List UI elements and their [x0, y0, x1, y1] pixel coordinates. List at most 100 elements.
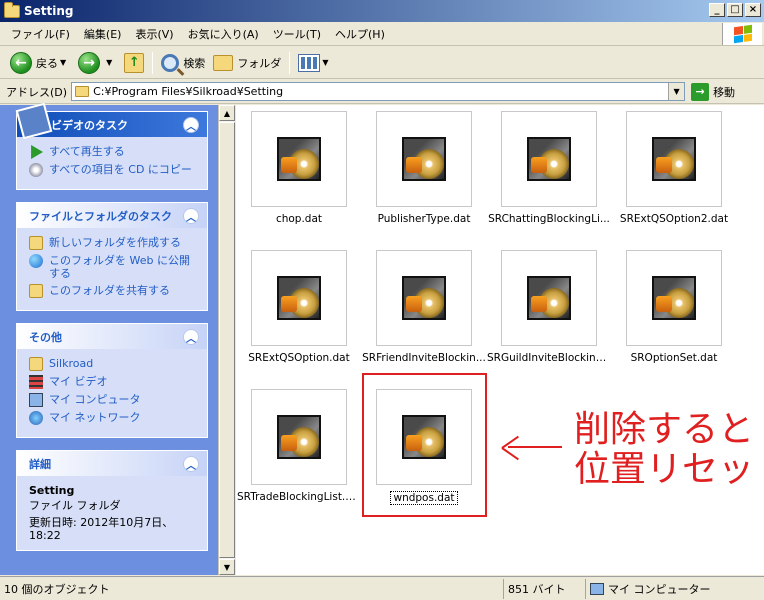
address-dropdown-icon[interactable]: ▼ [668, 83, 685, 100]
file-item[interactable]: PublisherType.dat [361, 111, 487, 225]
file-name: SRGuildInviteBlocking... [487, 352, 612, 364]
other-places-panel: その他 ︿ Silkroad マイ ビデオ マイ コンピュータ マイ ネットワー… [16, 323, 208, 438]
toolbar-separator [289, 51, 291, 74]
status-size: 851 バイト [504, 578, 586, 599]
menu-help[interactable]: ヘルプ(H) [328, 26, 392, 42]
details-name: Setting [29, 484, 75, 497]
file-name: SRTradeBlockingList.d... [237, 491, 362, 503]
video-tasks-body: すべて再生する すべての項目を CD にコピー [17, 137, 207, 189]
other-places-header[interactable]: その他 ︿ [17, 324, 207, 349]
back-button[interactable]: ← 戻る ▼ [6, 49, 74, 77]
menu-view[interactable]: 表示(V) [128, 26, 180, 42]
search-label: 検索 [183, 56, 206, 70]
search-icon [161, 53, 180, 72]
other-places-title: その他 [29, 330, 62, 344]
file-item[interactable]: SRChattingBlockingLi... [486, 111, 612, 225]
details-header[interactable]: 詳細 ︿ [17, 451, 207, 476]
windows-logo [722, 23, 762, 45]
place-my-computer[interactable]: マイ コンピュータ [29, 393, 199, 407]
media-file-icon [652, 276, 696, 320]
scroll-up-button[interactable]: ▲ [219, 105, 235, 121]
views-dropdown-icon[interactable]: ▼ [322, 58, 328, 67]
details-modified: 更新日時: 2012年10月7日、18:22 [29, 516, 174, 542]
file-name: PublisherType.dat [377, 213, 471, 225]
title-bar: Setting _ □ × [0, 0, 764, 22]
file-folder-tasks-panel: ファイルとフォルダのタスク ︿ 新しいフォルダを作成する このフォルダを Web… [16, 202, 208, 311]
task-label: このフォルダを共有する [49, 284, 170, 297]
file-thumbnail [626, 250, 722, 346]
up-button[interactable]: ↑ [120, 49, 148, 77]
film-icon [29, 375, 43, 389]
file-thumbnail [626, 111, 722, 207]
task-copy-to-cd[interactable]: すべての項目を CD にコピー [29, 163, 199, 177]
folder-icon [29, 357, 43, 371]
file-item[interactable]: chop.dat [236, 111, 362, 225]
place-label: マイ コンピュータ [49, 393, 141, 406]
forward-button[interactable]: → ▼ [74, 49, 120, 77]
task-label: すべて再生する [49, 145, 125, 158]
file-item[interactable]: SRGuildInviteBlocking... [486, 250, 612, 364]
file-item[interactable]: SRExtQSOption.dat [236, 250, 362, 364]
address-input[interactable]: C:¥Program Files¥Silkroad¥Setting ▼ [71, 82, 686, 101]
play-icon [31, 145, 43, 159]
folder-icon [4, 1, 20, 18]
task-new-folder[interactable]: 新しいフォルダを作成する [29, 236, 199, 250]
back-dropdown-icon[interactable]: ▼ [60, 58, 66, 67]
media-file-icon [402, 137, 446, 181]
file-thumbnail [251, 111, 347, 207]
menu-favorites[interactable]: お気に入り(A) [181, 26, 266, 42]
menu-edit[interactable]: 編集(E) [77, 26, 129, 42]
collapse-chevron-icon[interactable]: ︿ [183, 456, 199, 472]
file-thumbnail [376, 250, 472, 346]
folders-label: フォルダ [237, 56, 282, 70]
place-label: Silkroad [49, 357, 94, 370]
go-label: 移動 [713, 85, 736, 99]
windows-flag-icon [733, 24, 752, 44]
details-panel: 詳細 ︿ Setting ファイル フォルダ 更新日時: 2012年10月7日、… [16, 450, 208, 551]
task-publish-web[interactable]: このフォルダを Web に公開する [29, 254, 199, 280]
file-thumbnail [501, 250, 597, 346]
go-button[interactable]: → 移動 [691, 82, 736, 101]
menu-file[interactable]: ファイル(F) [4, 26, 77, 42]
collapse-chevron-icon[interactable]: ︿ [183, 208, 199, 224]
status-location: マイ コンピューター [608, 582, 711, 596]
close-button[interactable]: × [745, 3, 761, 17]
window-controls: _ □ × [709, 3, 761, 17]
details-body: Setting ファイル フォルダ 更新日時: 2012年10月7日、18:22 [17, 476, 207, 550]
task-pane: ビデオのタスク ︿ すべて再生する すべての項目を CD にコピー ファイルとフ… [0, 102, 218, 575]
vertical-scrollbar[interactable]: ▲ ▼ [218, 105, 235, 575]
annotation-line-1: 削除すると [574, 409, 755, 450]
search-button[interactable]: 検索 [157, 49, 209, 77]
collapse-chevron-icon[interactable]: ︿ [183, 329, 199, 345]
file-item[interactable]: SRTradeBlockingList.d... [236, 389, 362, 503]
file-item[interactable]: SRFriendInviteBlockin... [361, 250, 487, 364]
place-my-network[interactable]: マイ ネットワーク [29, 411, 199, 425]
file-item[interactable]: SROptionSet.dat [611, 250, 737, 364]
place-silkroad[interactable]: Silkroad [29, 357, 199, 371]
status-count: 10 個のオブジェクト [0, 578, 504, 599]
scroll-down-button[interactable]: ▼ [219, 559, 235, 575]
maximize-button[interactable]: □ [727, 3, 743, 17]
go-arrow-icon: → [691, 82, 710, 101]
task-label: 新しいフォルダを作成する [49, 236, 181, 249]
file-folder-tasks-header[interactable]: ファイルとフォルダのタスク ︿ [17, 203, 207, 228]
media-file-icon [652, 137, 696, 181]
place-my-videos[interactable]: マイ ビデオ [29, 375, 199, 389]
scroll-thumb[interactable] [219, 122, 235, 558]
task-share-folder[interactable]: このフォルダを共有する [29, 284, 199, 298]
annotation-text: 削除すると 位置リセット [574, 410, 764, 490]
cd-copy-icon [29, 163, 43, 177]
menu-tools[interactable]: ツール(T) [266, 26, 328, 42]
video-tasks-header[interactable]: ビデオのタスク ︿ [15, 102, 207, 140]
file-folder-tasks-title: ファイルとフォルダのタスク [29, 209, 172, 223]
other-places-body: Silkroad マイ ビデオ マイ コンピュータ マイ ネットワーク [17, 349, 207, 437]
views-button[interactable]: ▼ [294, 49, 336, 77]
collapse-chevron-icon[interactable]: ︿ [183, 117, 199, 133]
forward-dropdown-icon[interactable]: ▼ [106, 58, 112, 67]
media-file-icon [277, 276, 321, 320]
minimize-button[interactable]: _ [709, 3, 725, 17]
folders-button[interactable]: フォルダ [209, 49, 285, 77]
file-item[interactable]: SRExtQSOption2.dat [611, 111, 737, 225]
task-play-all[interactable]: すべて再生する [29, 145, 199, 159]
place-label: マイ ネットワーク [49, 411, 141, 424]
